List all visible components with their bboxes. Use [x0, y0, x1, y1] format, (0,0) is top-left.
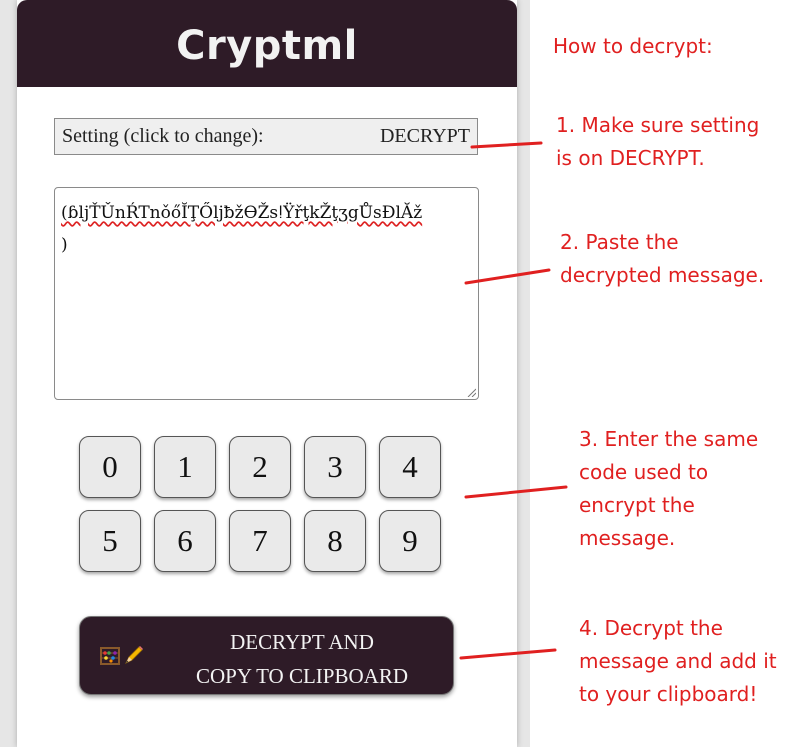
- instruction-step-3-line: code used to: [579, 460, 709, 484]
- keypad-key-5[interactable]: 5: [79, 510, 141, 572]
- keypad-key-9[interactable]: 9: [379, 510, 441, 572]
- instruction-step-4-line: message and add it: [579, 649, 777, 673]
- app-card: Cryptml Setting (click to change): DECRY…: [17, 0, 517, 747]
- instruction-step-3-line: message.: [579, 526, 676, 550]
- decrypt-copy-button[interactable]: DECRYPT AND COPY TO CLIPBOARD: [79, 616, 454, 695]
- keypad-key-7[interactable]: 7: [229, 510, 291, 572]
- resize-grip-icon[interactable]: [466, 387, 476, 397]
- instruction-step-3: 3. Enter the same code used to encrypt t…: [579, 423, 758, 555]
- instruction-step-4-line: to your clipboard!: [579, 682, 758, 706]
- setting-label: Setting (click to change):: [62, 125, 264, 147]
- instruction-step-1: 1. Make sure setting is on DECRYPT.: [556, 109, 759, 175]
- message-textarea[interactable]: (ɓljŤǓnŔTnǒőĬŢŐljƀžƟŽsǃŸřţkŽţʒgŮsĐlĂž ): [54, 187, 479, 400]
- instruction-step-3-line: encrypt the: [579, 493, 695, 517]
- action-icons: [100, 645, 144, 667]
- keypad-key-2[interactable]: 2: [229, 436, 291, 498]
- instruction-step-4-line: 4. Decrypt the: [579, 616, 723, 640]
- action-label-line-1: DECRYPT AND: [230, 630, 374, 654]
- setting-toggle[interactable]: Setting (click to change): DECRYPT: [54, 118, 478, 155]
- instruction-step-2-line: 2. Paste the: [560, 230, 679, 254]
- abacus-icon: [100, 647, 120, 665]
- keypad-key-6[interactable]: 6: [154, 510, 216, 572]
- pencil-icon: [125, 646, 143, 664]
- action-label: DECRYPT AND COPY TO CLIPBOARD: [162, 625, 442, 693]
- keypad-key-3[interactable]: 3: [304, 436, 366, 498]
- keypad-key-0[interactable]: 0: [79, 436, 141, 498]
- app-logo: Cryptml: [176, 22, 358, 69]
- app-header: Cryptml: [17, 0, 517, 87]
- keypad-key-4[interactable]: 4: [379, 436, 441, 498]
- instruction-step-3-line: 3. Enter the same: [579, 427, 759, 451]
- instructions-heading: How to decrypt:: [553, 34, 713, 58]
- action-label-line-2: COPY TO CLIPBOARD: [196, 664, 408, 688]
- instruction-step-1-line: is on DECRYPT.: [556, 146, 705, 170]
- message-line-2: ): [61, 235, 68, 255]
- instruction-step-1-line: 1. Make sure setting: [556, 113, 760, 137]
- instruction-step-2-line: decrypted message.: [560, 263, 765, 287]
- instruction-step-4: 4. Decrypt the message and add it to you…: [579, 612, 777, 711]
- message-line-1: (ɓljŤǓnŔTnǒőĬŢŐljƀžƟŽsǃŸřţkŽţʒgŮsĐlĂž: [61, 203, 423, 223]
- setting-value: DECRYPT: [379, 125, 470, 147]
- keypad-key-8[interactable]: 8: [304, 510, 366, 572]
- instruction-step-2: 2. Paste the decrypted message.: [560, 226, 764, 292]
- keypad-key-1[interactable]: 1: [154, 436, 216, 498]
